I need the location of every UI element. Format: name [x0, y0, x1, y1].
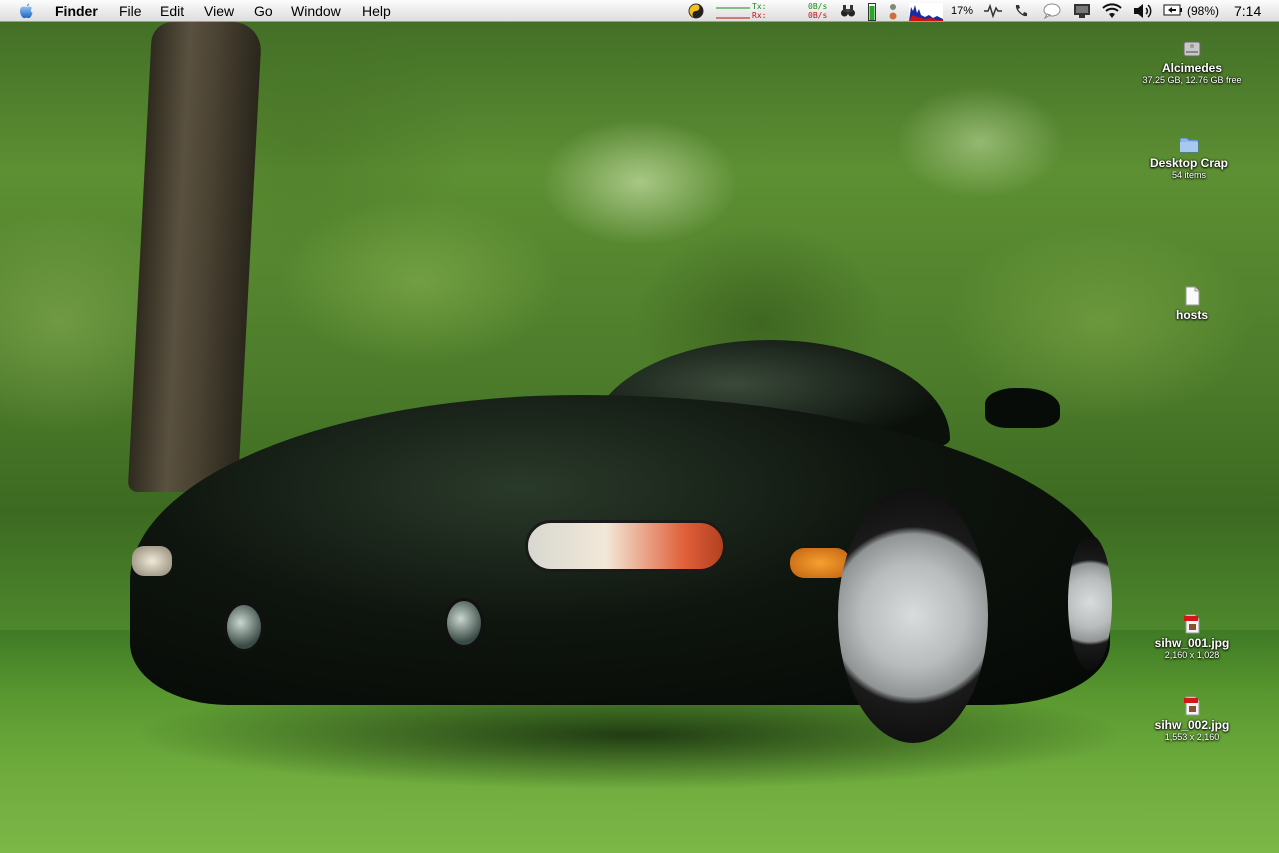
chat-bubble-icon[interactable]: [1042, 3, 1062, 20]
menu-clock[interactable]: 7:14: [1234, 2, 1261, 20]
desktop-icon-info: 2,160 x 1,028: [1164, 650, 1220, 660]
menu-bar: Finder File Edit View Go Window Help Tx:…: [0, 0, 1279, 22]
volume-icon[interactable]: [1133, 3, 1153, 19]
menu-view[interactable]: View: [204, 2, 234, 20]
menu-app-name[interactable]: Finder: [55, 2, 98, 20]
battery-icon[interactable]: [1163, 3, 1183, 19]
activity-icon[interactable]: [984, 3, 1002, 19]
yin-yang-icon[interactable]: [688, 3, 704, 19]
battery-meter-icon[interactable]: [868, 3, 876, 21]
wallpaper-car-mirror: [985, 388, 1060, 428]
desktop-icon-label: Alcimedes: [1161, 61, 1223, 75]
menu-go[interactable]: Go: [254, 2, 273, 20]
tx-label: Tx:: [752, 2, 767, 11]
document-icon: [1181, 285, 1203, 307]
desktop-icon-info: 1,553 x 2,160: [1164, 732, 1220, 742]
desktop-icon-info: 54 items: [1171, 170, 1206, 180]
desktop-icon-label: hosts: [1175, 308, 1208, 322]
menu-help[interactable]: Help: [362, 2, 391, 20]
wallpaper-car-foglight-right: [444, 598, 484, 648]
menu-window[interactable]: Window: [291, 2, 341, 20]
desktop-icon-label: sihw_002.jpg: [1154, 718, 1230, 732]
desktop-icon-alcimedes[interactable]: Alcimedes 37.25 GB, 12.76 GB free: [1127, 38, 1257, 85]
tx-rate: 0B/s: [808, 2, 828, 11]
wallpaper-car-foglight-left: [224, 602, 264, 652]
network-monitor[interactable]: Tx: Rx: 0B/s 0B/s: [716, 1, 834, 21]
apple-icon[interactable]: [18, 2, 34, 20]
menu-edit[interactable]: Edit: [160, 2, 184, 20]
desktop-icon-info: 37.25 GB, 12.76 GB free: [1142, 75, 1242, 85]
binoculars-icon[interactable]: [840, 3, 856, 19]
phone-icon[interactable]: [1013, 3, 1029, 19]
wallpaper-car-side-lamp: [132, 546, 172, 576]
network-graph-icon: [716, 7, 750, 19]
desktop-icon-desktop-crap[interactable]: Desktop Crap 54 items: [1124, 133, 1254, 180]
wifi-icon[interactable]: [1102, 3, 1122, 19]
rx-label: Rx:: [752, 11, 767, 20]
wallpaper-car-front-wheel: [838, 488, 988, 743]
wallpaper-car-headlight: [525, 520, 726, 572]
folder-icon: [1178, 133, 1200, 155]
wallpaper-car-rear-wheel: [1068, 535, 1112, 670]
cpu-graph-icon[interactable]: [909, 3, 943, 21]
rx-rate: 0B/s: [808, 11, 828, 20]
desktop-icon-label: sihw_001.jpg: [1154, 636, 1230, 650]
menu-file[interactable]: File: [119, 2, 142, 20]
cpu-percent[interactable]: 17%: [951, 2, 973, 20]
display-icon[interactable]: [1073, 3, 1091, 19]
desktop-icon-label: Desktop Crap: [1149, 156, 1229, 170]
battery-percent[interactable]: (98%): [1187, 2, 1219, 20]
desktop[interactable]: Finder File Edit View Go Window Help Tx:…: [0, 0, 1279, 853]
hard-drive-icon: [1181, 38, 1203, 60]
desktop-icon-sihw-001[interactable]: sihw_001.jpg 2,160 x 1,028: [1127, 613, 1257, 660]
traffic-light-icon[interactable]: [888, 3, 898, 20]
jpeg-file-icon: [1181, 695, 1203, 717]
desktop-icon-sihw-002[interactable]: sihw_002.jpg 1,553 x 2,160: [1127, 695, 1257, 742]
desktop-icon-hosts[interactable]: hosts: [1127, 285, 1257, 322]
jpeg-file-icon: [1181, 613, 1203, 635]
